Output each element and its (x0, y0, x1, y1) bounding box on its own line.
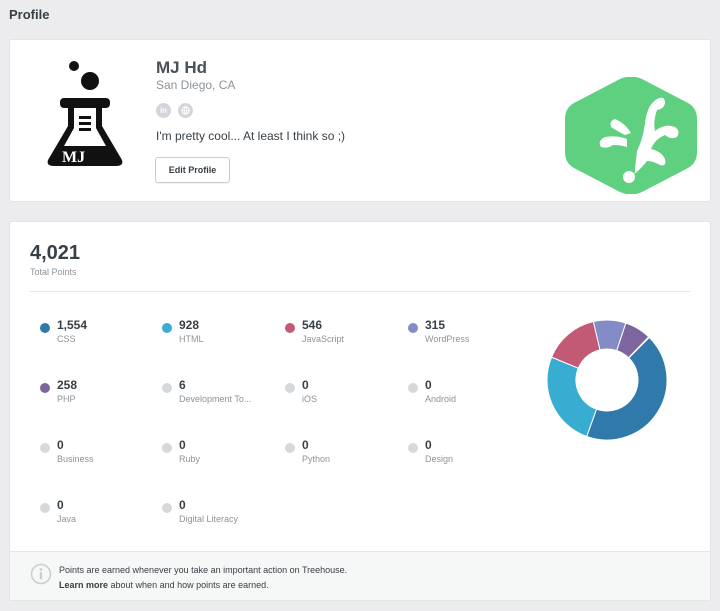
points-info-line: Points are earned whenever you take an i… (59, 565, 348, 575)
category-value: 0 (302, 438, 309, 452)
category-label: PHP (57, 394, 76, 404)
category-item: 0 Design (408, 438, 523, 472)
category-dot (40, 503, 50, 513)
category-item: 6 Development To... (162, 378, 277, 412)
category-dot (408, 383, 418, 393)
category-label: Android (425, 394, 457, 404)
profile-name: MJ Hd (156, 58, 207, 77)
category-dot (408, 443, 418, 453)
category-value: 0 (425, 378, 432, 392)
category-dot (40, 443, 50, 453)
category-value: 0 (179, 498, 186, 512)
page-title: Profile (9, 7, 50, 22)
divider (30, 291, 690, 292)
category-value: 1,554 (57, 318, 88, 332)
category-label: JavaScript (302, 334, 345, 344)
category-dot (162, 503, 172, 513)
profile-location: San Diego, CA (156, 78, 236, 92)
treehouse-logo (565, 77, 697, 194)
category-item: 928 HTML (162, 318, 277, 352)
category-value: 258 (57, 378, 78, 392)
linkedin-icon[interactable]: in (156, 103, 171, 118)
category-value: 928 (179, 318, 200, 332)
points-card: 4,021 Total Points 1,554 CSS 928 HTML 54… (9, 221, 711, 601)
category-dot (40, 323, 50, 333)
category-dot (162, 443, 172, 453)
total-points-label: Total Points (30, 267, 77, 277)
category-label: iOS (302, 394, 318, 404)
category-item: 546 JavaScript (285, 318, 400, 352)
category-item: 315 WordPress (408, 318, 523, 352)
category-label: CSS (57, 334, 76, 344)
points-info-text: Points are earned whenever you take an i… (59, 563, 347, 593)
category-item: 0 Ruby (162, 438, 277, 472)
category-item: 0 Digital Literacy (162, 498, 277, 532)
edit-profile-button[interactable]: Edit Profile (155, 157, 230, 183)
category-value: 0 (179, 438, 186, 452)
category-item: 0 iOS (285, 378, 400, 412)
donut-slice-html (546, 356, 598, 438)
category-label: WordPress (425, 334, 470, 344)
category-dot (162, 323, 172, 333)
avatar: MJ (47, 61, 123, 166)
category-label: Java (57, 514, 77, 524)
category-dot (408, 323, 418, 333)
category-label: Design (425, 454, 454, 464)
category-value: 0 (57, 438, 64, 452)
category-item: 0 Python (285, 438, 400, 472)
category-dot (162, 383, 172, 393)
category-value: 0 (425, 438, 432, 452)
category-value: 6 (179, 378, 186, 392)
category-label: Business (57, 454, 94, 464)
globe-icon[interactable] (178, 103, 193, 118)
category-label: Ruby (179, 454, 201, 464)
category-dot (40, 383, 50, 393)
category-item: 0 Android (408, 378, 523, 412)
social-links: in (156, 103, 193, 118)
category-item: 0 Business (40, 438, 155, 472)
learn-more-link[interactable]: Learn more (59, 580, 108, 590)
category-label: Digital Literacy (179, 514, 239, 524)
profile-card: MJ MJ Hd San Diego, CA in I'm pretty coo… (9, 39, 711, 202)
category-item: 0 Java (40, 498, 155, 532)
category-value: 315 (425, 318, 446, 332)
category-item: 258 PHP (40, 378, 155, 412)
points-donut-chart (546, 319, 668, 441)
total-points-value: 4,021 (30, 242, 81, 264)
info-icon (30, 563, 52, 585)
category-dot (285, 443, 295, 453)
category-label: HTML (179, 334, 204, 344)
category-label: Development To... (179, 394, 252, 404)
category-value: 0 (302, 378, 309, 392)
category-dot (285, 323, 295, 333)
points-info-footer: Points are earned whenever you take an i… (10, 551, 710, 600)
category-value: 546 (302, 318, 323, 332)
category-dot (285, 383, 295, 393)
category-item: 1,554 CSS (40, 318, 155, 352)
points-info-line-rest: about when and how points are earned. (108, 580, 269, 590)
profile-bio: I'm pretty cool... At least I think so ;… (156, 129, 346, 143)
avatar-text: MJ (62, 149, 85, 166)
category-label: Python (302, 454, 331, 464)
category-value: 0 (57, 498, 64, 512)
